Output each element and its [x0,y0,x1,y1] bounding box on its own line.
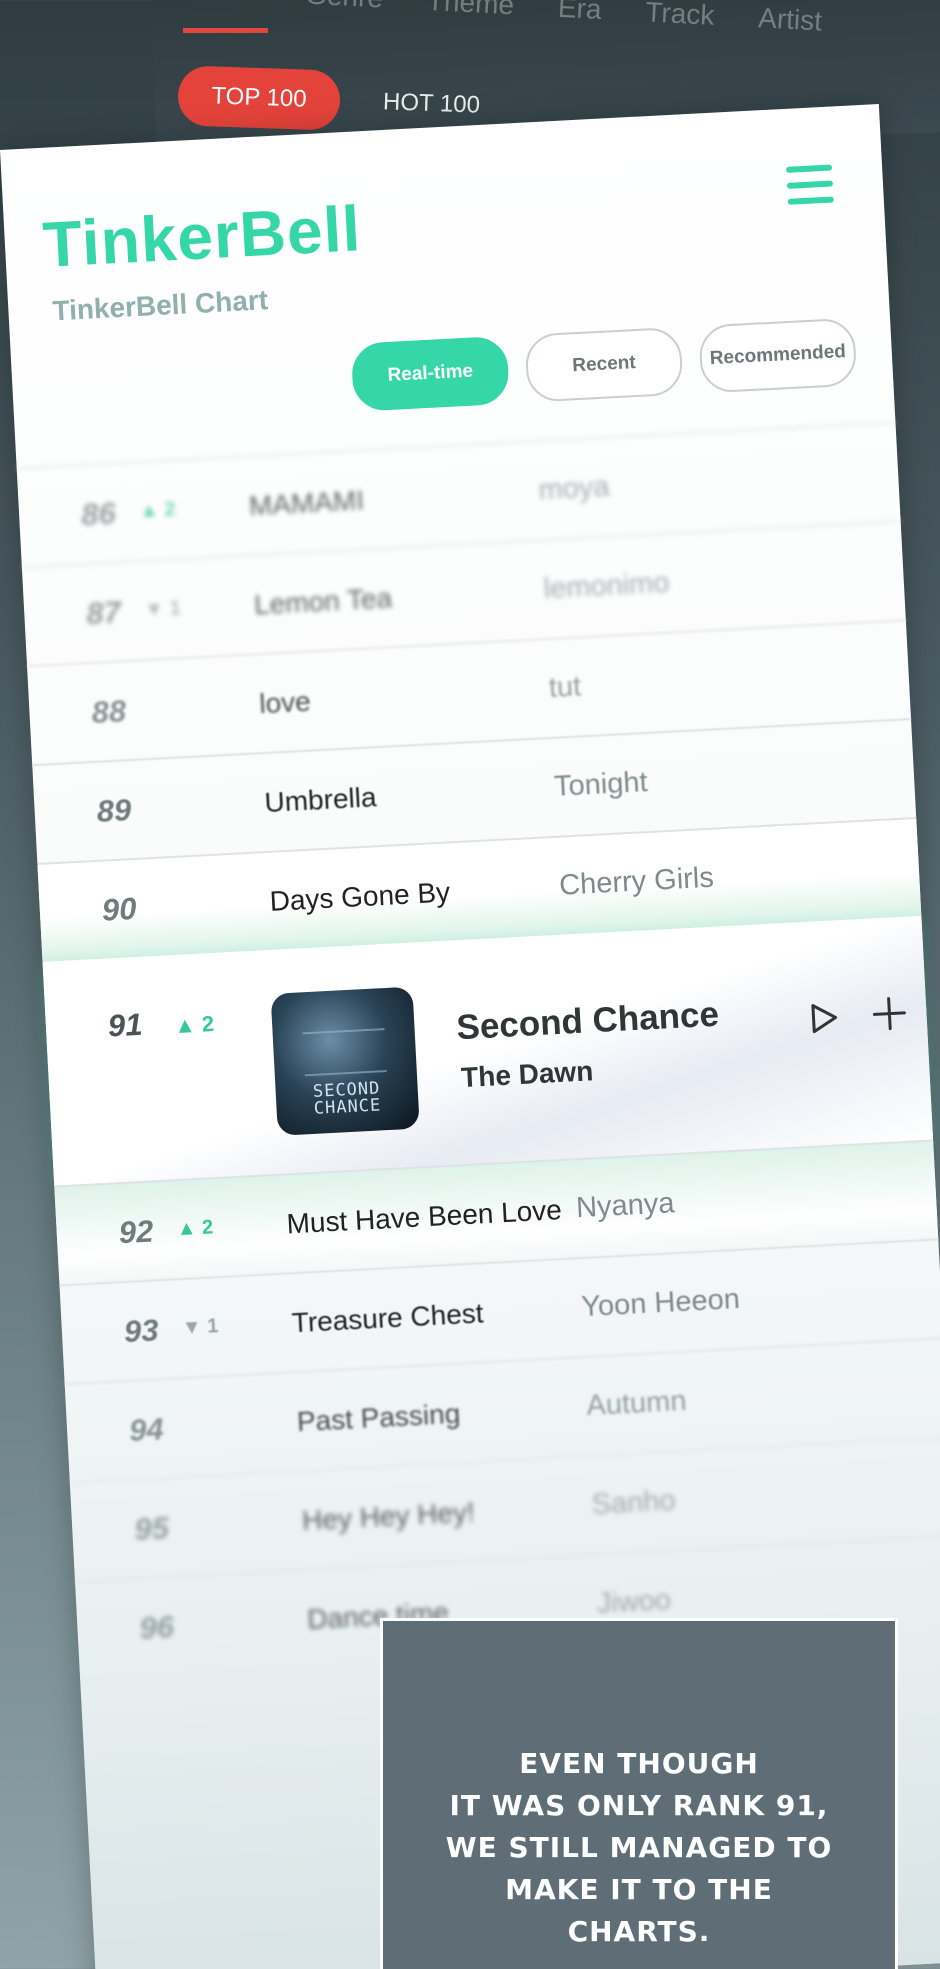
caption-line: MAKE IT TO THE [505,1873,773,1906]
cover-title: SECOND CHANCE [312,1078,382,1119]
rank-number: 96 [138,1608,175,1646]
tab-top-100[interactable]: TOP 100 [177,65,341,131]
narration-text: EVEN THOUGH IT WAS ONLY RANK 91, WE STIL… [446,1743,833,1953]
page-title: TinkerBell Chart [51,284,269,327]
rank-number: 88 [90,692,127,730]
song-artist: Yoon Heeon [580,1282,741,1324]
tab-recommended[interactable]: Recommended [698,317,858,394]
caption-line: EVEN THOUGH [519,1747,759,1780]
song-artist: Nyanya [575,1187,676,1225]
play-icon[interactable] [806,1000,842,1036]
rank-change-down: ▼ 1 [143,597,182,622]
song-title: Treasure Chest [290,1296,485,1338]
chart-tabs: Real-time Recent Recommended [350,317,858,412]
song-title: Lemon Tea [253,581,393,620]
song-title: Days Gone By [268,875,451,917]
album-cover[interactable]: SECOND CHANCE [270,986,420,1136]
rank-change-up: ▲ 2 [173,1011,215,1039]
rank-number: 93 [123,1311,160,1349]
song-artist: lemonimo [542,566,671,606]
song-title: Hey Hey Hey! [301,1495,476,1536]
featured-song-title: Second Chance [455,994,720,1048]
rank-number: 89 [95,791,133,829]
song-title: Must Have Been Love [285,1193,563,1239]
song-title: MAMAMI [248,483,365,521]
featured-song-artist: The Dawn [460,1055,595,1094]
song-artist: tut [548,670,582,704]
rank-number: 95 [133,1509,170,1547]
rank-number: 91 [107,1006,144,1044]
chart-list: 86 ▲ 2 MAMAMI moya 87 ▼ 1 Lemon Tea lemo… [16,421,940,1680]
rank-number: 94 [128,1410,165,1448]
nav-item-artist[interactable]: Artist [757,2,822,37]
tab-hot-100[interactable]: HOT 100 [383,88,481,119]
song-artist: Tonight [553,766,649,803]
rank-number: 92 [117,1212,155,1250]
rank-number: 87 [85,593,122,631]
song-artist: Cherry Girls [558,861,715,902]
app-logo: TinkerBell [41,192,363,281]
rank-number: 90 [100,890,138,928]
song-artist: Autumn [585,1384,688,1423]
rank-change-up: ▲ 2 [138,498,177,523]
caption-line: CHARTS. [567,1915,711,1948]
song-title: Past Passing [296,1397,461,1437]
plus-icon[interactable] [871,995,909,1033]
song-artist: moya [537,470,611,507]
caption-line: WE STILL MANAGED TO [445,1831,833,1864]
tab-recent[interactable]: Recent [524,326,684,403]
caption-line: IT WAS ONLY RANK 91, [449,1789,829,1822]
featured-chart-row[interactable]: 91 ▲ 2 SECOND CHANCE Second Chance The D… [42,915,934,1186]
nav-active-underline [183,28,268,33]
hamburger-menu-icon[interactable] [785,164,834,206]
tab-real-time[interactable]: Real-time [350,335,510,412]
nav-item-era[interactable]: Era [557,0,602,26]
rank-change-down: ▼ 1 [181,1315,219,1340]
song-artist: Sanho [590,1484,677,1521]
nav-item-track[interactable]: Track [645,0,715,32]
song-artist: Jiwoo [596,1583,672,1620]
rank-change-up: ▲ 2 [176,1216,214,1241]
song-title: Umbrella [263,780,378,818]
cover-art-pattern [302,1028,387,1077]
rank-number: 86 [80,494,117,532]
song-title: love [258,685,312,719]
narration-caption-box: EVEN THOUGH IT WAS ONLY RANK 91, WE STIL… [380,1618,898,1969]
